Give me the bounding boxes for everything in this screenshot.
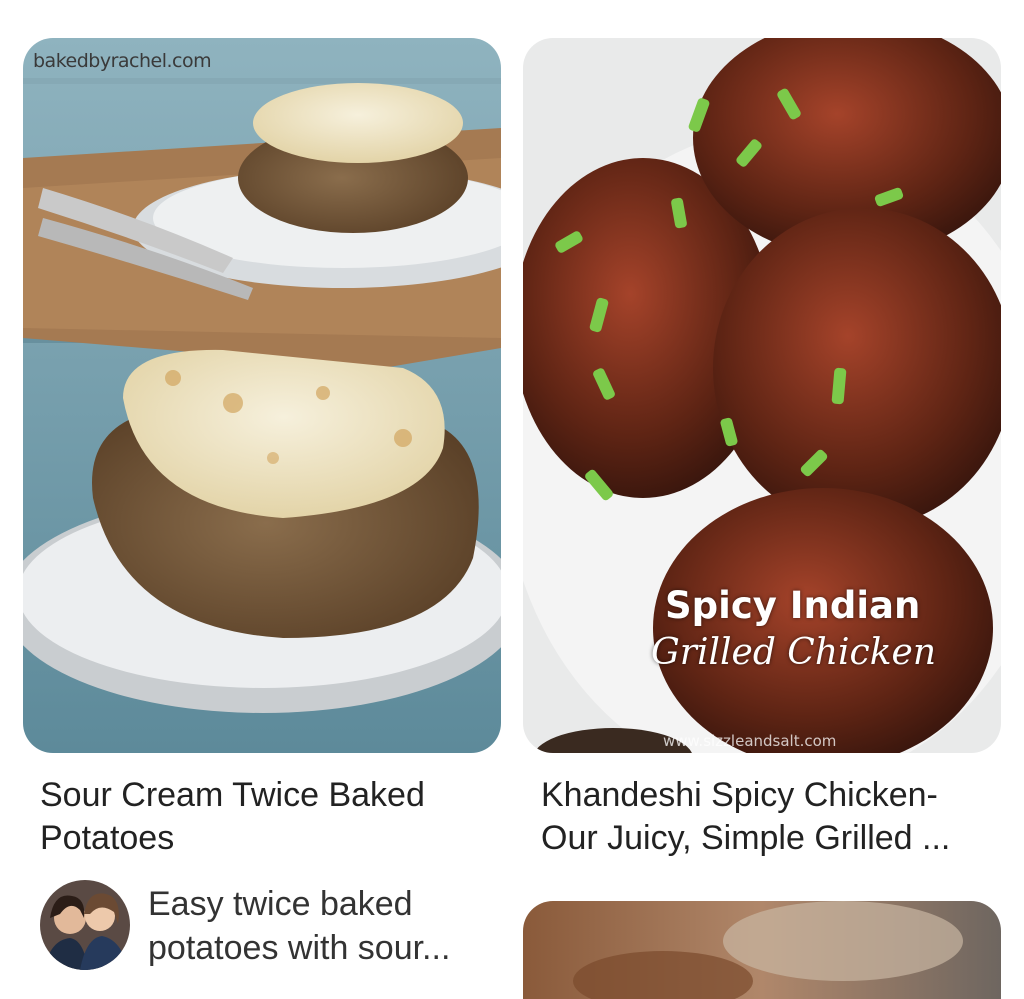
- image-watermark: bakedbyrachel.com: [33, 50, 212, 72]
- user-avatar-icon[interactable]: [40, 880, 130, 970]
- pin-title[interactable]: Sour Cream Twice Baked Potatoes: [40, 774, 500, 860]
- pin-description: Easy twice baked potatoes with sour...: [148, 885, 451, 967]
- potato-photo: [23, 38, 501, 753]
- image-watermark: www.sizzleandsalt.com: [663, 732, 837, 750]
- image-overlay-title: Spicy Indian: [665, 584, 921, 627]
- pin-image-chicken[interactable]: Spicy Indian Grilled Chicken www.sizzlea…: [523, 38, 1001, 753]
- food-photo: [523, 901, 1001, 999]
- pinner-row[interactable]: Easy twice baked potatoes with sour...: [40, 880, 500, 970]
- pin-image-third[interactable]: [523, 901, 1001, 999]
- image-overlay-subtitle: Grilled Chicken: [651, 632, 937, 673]
- pin-title[interactable]: Khandeshi Spicy Chicken- Our Juicy, Simp…: [541, 774, 1001, 860]
- pin-feed: bakedbyrachel.com Spicy Indian Grilled C…: [0, 0, 1024, 999]
- pin-image-potatoes[interactable]: bakedbyrachel.com: [23, 38, 501, 753]
